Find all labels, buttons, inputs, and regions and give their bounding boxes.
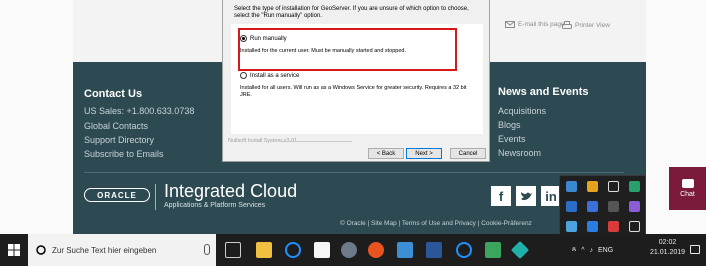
app-tray-icon[interactable] [608,181,619,192]
windows-taskbar: Zur Suche Text hier eingeben ጰ ^ ♪ ENG 0… [0,234,706,266]
installer-dialog: Select the type of installation for GeoS… [222,0,490,162]
contact-sales-link[interactable]: US Sales: +1.800.633.0738 [84,106,194,116]
run-manually-radio[interactable] [240,35,247,42]
install-options-panel: Run manually Installed for the current u… [231,24,483,134]
system-tray: ጰ ^ ♪ ENG [572,234,613,266]
email-page-link[interactable]: E-mail this page [505,21,565,28]
clock-time: 02:02 [658,239,677,246]
contact-support-link[interactable]: Support Directory [84,135,154,145]
app-tray-icon[interactable] [608,201,619,212]
branding-divider [280,141,352,142]
chat-button[interactable]: Chat [669,167,706,210]
contact-global-link[interactable]: Global Contacts [84,121,148,131]
app-tray-icon[interactable] [629,181,640,192]
news-newsroom-link[interactable]: Newsroom [498,148,541,158]
language-indicator[interactable]: ENG [598,247,613,254]
app-tray-icon[interactable] [566,201,577,212]
logo-divider [155,184,156,210]
microphone-icon[interactable] [204,244,210,255]
news-events-link[interactable]: Events [498,134,526,144]
envelope-icon [505,21,515,28]
cloud-title: Integrated Cloud [164,181,298,201]
cancel-button[interactable]: Cancel [450,148,486,159]
cloud-subtitle: Applications & Platform Services [164,202,266,209]
edge-icon[interactable] [456,242,472,258]
bluetooth-icon[interactable] [587,221,598,232]
app-tray-icon[interactable] [587,201,598,212]
clock-date: 21.01.2019 [650,249,686,256]
taskbar-clock[interactable]: 02:02 21.01.2019 [650,238,685,258]
news-heading: News and Events [498,86,589,98]
people-icon[interactable]: ጰ [572,246,576,254]
search-placeholder: Zur Suche Text hier eingeben [52,245,157,255]
contact-heading: Contact Us [84,88,143,100]
cortana-circle-icon [36,245,46,255]
word-icon[interactable] [426,242,442,258]
install-service-label: Install as a service [250,72,300,79]
run-manually-label: Run manually [250,35,287,42]
app-tray-icon[interactable] [629,201,640,212]
news-acquisitions-link[interactable]: Acquisitions [498,106,546,116]
taskbar-search-box[interactable]: Zur Suche Text hier eingeben [28,234,216,266]
run-manually-description: Installed for the current user. Must be … [240,48,407,54]
app-icon[interactable] [341,242,357,258]
next-button[interactable]: Next > [406,148,442,159]
contact-subscribe-link[interactable]: Subscribe to Emails [84,149,164,159]
twitter-icon[interactable] [516,186,536,206]
app-icon[interactable] [510,240,530,260]
footer-divider [84,172,624,173]
install-service-radio[interactable] [240,72,247,79]
linkedin-icon[interactable]: in [541,186,561,206]
facebook-icon[interactable]: f [491,186,511,206]
app-icon[interactable] [485,242,501,258]
chat-label: Chat [680,191,695,198]
windows-logo-icon [8,244,20,256]
news-blogs-link[interactable]: Blogs [498,120,521,130]
page-left-margin [0,0,73,234]
back-button[interactable]: < Back [368,148,404,159]
install-service-option[interactable]: Install as a service [240,72,299,79]
app-tray-icon[interactable] [566,181,577,192]
app-tray-icon[interactable] [608,221,619,232]
chevron-up-icon[interactable]: ^ [581,247,584,254]
start-button[interactable] [0,234,28,266]
oracle-logo[interactable]: ORACLE [84,188,150,202]
task-view-icon[interactable] [225,242,241,258]
printer-view-link[interactable]: Printer View [562,21,610,30]
twitter-bird-glyph [520,191,532,200]
install-service-description: Installed for all users. Will run as as … [240,85,467,98]
document-icon[interactable] [314,242,330,258]
app-tray-icon[interactable] [566,221,577,232]
run-manually-option[interactable]: Run manually [240,35,287,42]
notification-center-icon[interactable] [690,245,700,254]
footer-links[interactable]: © Oracle | Site Map | Terms of Use and P… [340,220,532,227]
printer-icon [562,21,572,29]
volume-icon[interactable]: ♪ [589,247,593,254]
chat-bubble-icon [681,179,694,188]
tray-overflow-popup [559,175,646,237]
app-tray-icon[interactable] [629,221,640,232]
internet-explorer-icon[interactable] [285,242,301,258]
email-page-label: E-mail this page [518,21,565,28]
firefox-icon[interactable] [368,242,384,258]
installer-description: Select the type of installation for GeoS… [234,6,469,19]
printer-view-label: Printer View [575,22,610,29]
file-explorer-icon[interactable] [256,242,272,258]
app-tray-icon[interactable] [587,181,598,192]
app-icon[interactable] [397,242,413,258]
